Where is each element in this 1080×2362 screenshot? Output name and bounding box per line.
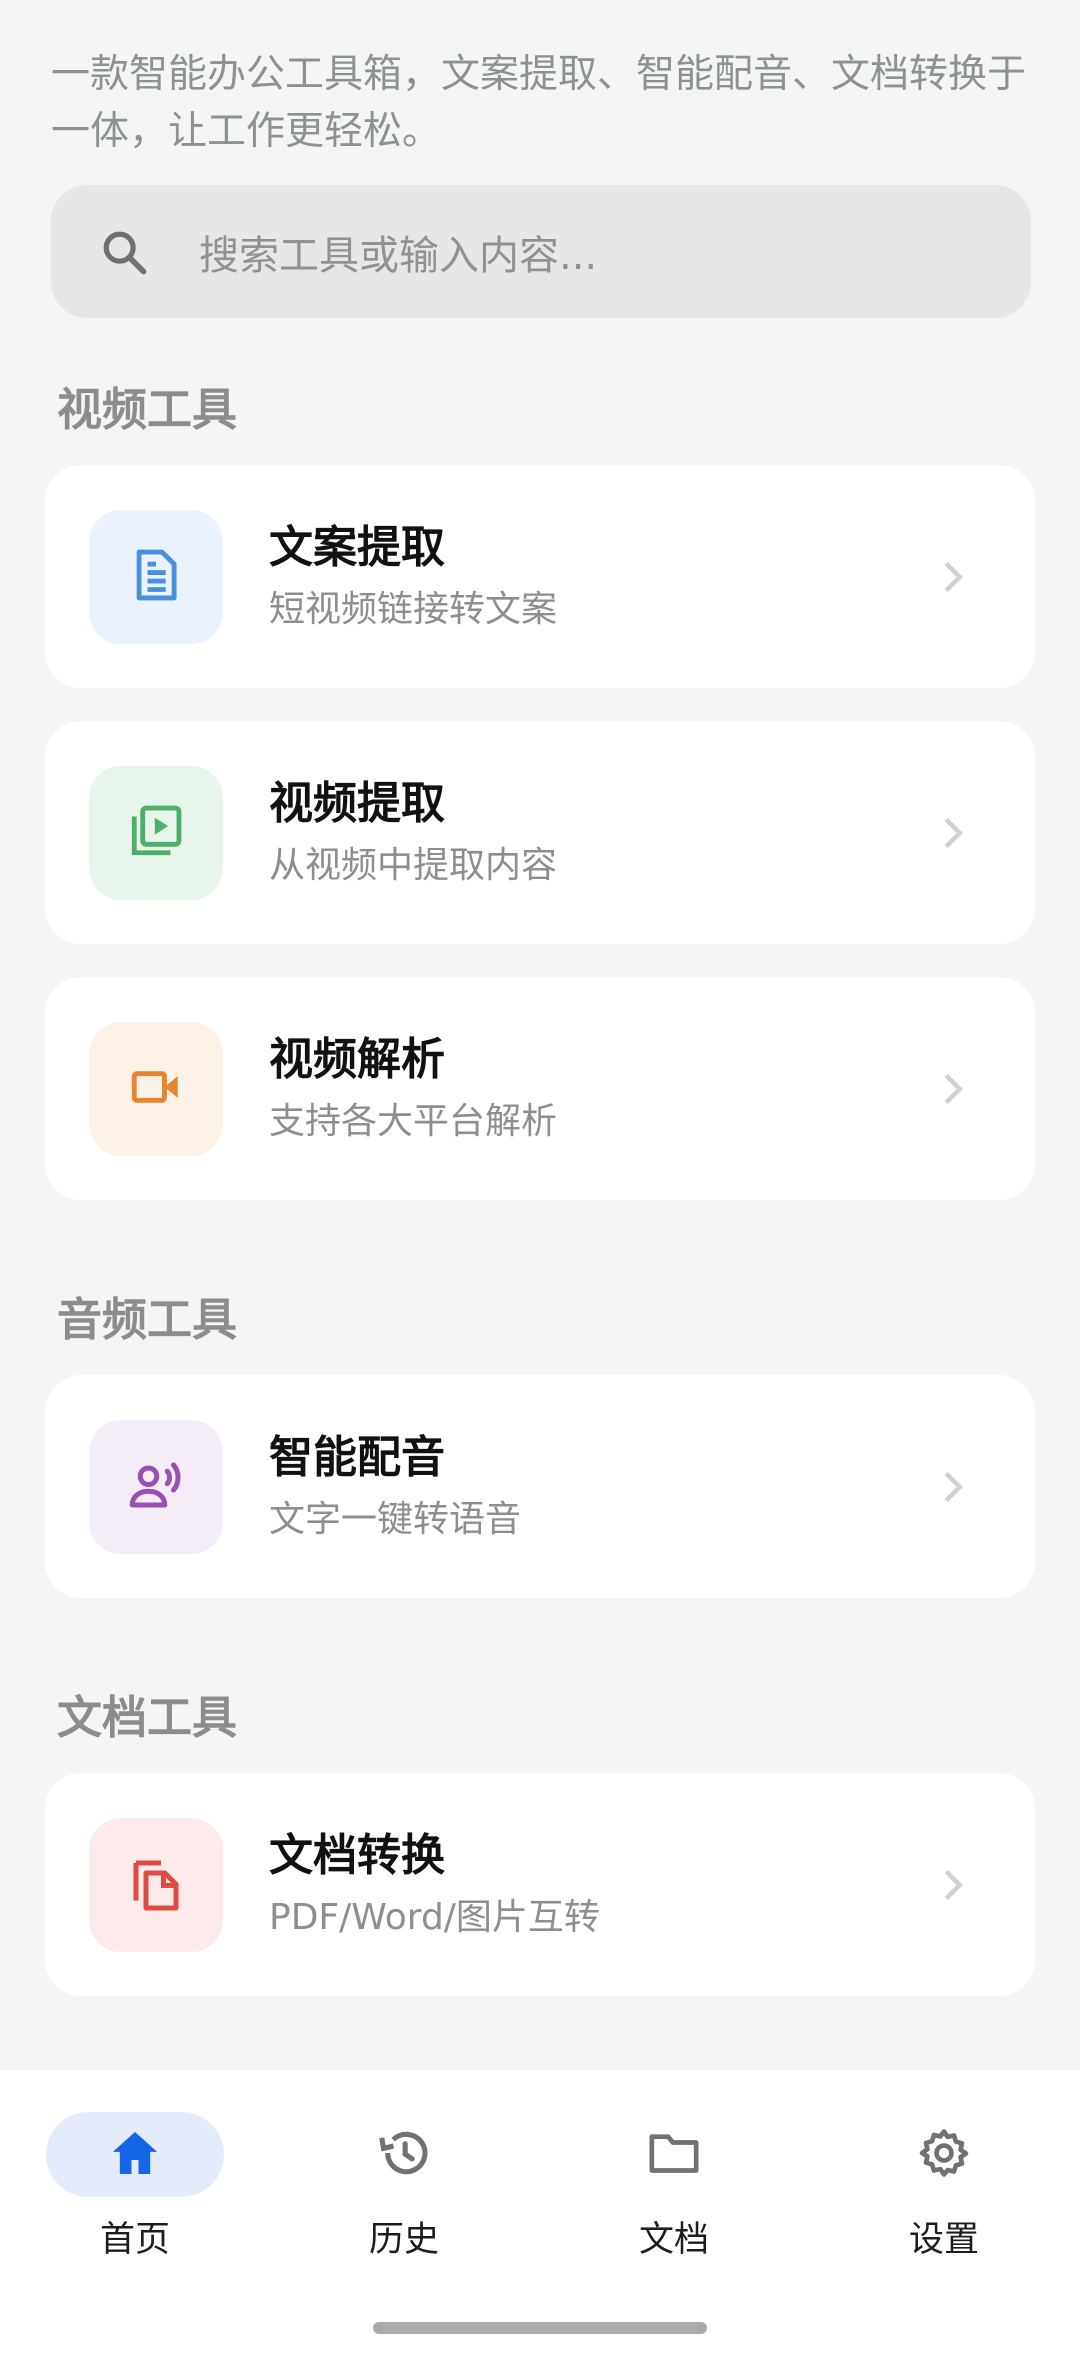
tool-card-copy-extract[interactable]: 文案提取 短视频链接转文案 — [45, 465, 1035, 688]
chevron-right-icon — [933, 813, 973, 853]
bottom-navigation: 首页 历史 文档 设置 — [0, 2070, 1080, 2362]
folder-icon — [646, 2125, 702, 2185]
tool-subtitle: 文字一键转语音 — [269, 1498, 522, 1540]
tool-tile — [89, 1419, 223, 1554]
tool-card-voiceover[interactable]: 智能配音 文字一键转语音 — [45, 1375, 1035, 1598]
videocam-icon — [127, 1058, 185, 1120]
tool-card-video-parse[interactable]: 视频解析 支持各大平台解析 — [45, 977, 1035, 1200]
history-icon — [376, 2125, 432, 2185]
section-title-audio: 音频工具 — [57, 1293, 238, 1346]
tool-subtitle: 支持各大平台解析 — [269, 1100, 558, 1142]
tool-tile — [89, 1817, 223, 1952]
section-title-doc: 文档工具 — [57, 1691, 238, 1744]
nav-label: 首页 — [99, 2220, 170, 2260]
search-bar[interactable]: 搜索工具或输入内容... — [51, 185, 1031, 318]
tool-title: 视频提取 — [269, 777, 445, 829]
tool-subtitle: PDF/Word/图片互转 — [269, 1896, 600, 1938]
tool-title: 文案提取 — [269, 521, 445, 573]
nav-item-docs[interactable]: 文档 — [562, 2112, 786, 2262]
tool-title: 视频解析 — [269, 1033, 445, 1085]
tool-tile — [89, 1021, 223, 1156]
tool-card-doc-convert[interactable]: 文档转换 PDF/Word/图片互转 — [45, 1773, 1035, 1996]
search-placeholder[interactable]: 搜索工具或输入内容... — [199, 223, 597, 281]
voice-speaker-icon — [126, 1455, 186, 1519]
nav-label: 设置 — [908, 2220, 979, 2260]
home-indicator[interactable] — [373, 2322, 707, 2334]
document-icon — [127, 546, 185, 608]
tool-title: 智能配音 — [269, 1431, 445, 1483]
nav-label: 文档 — [638, 2220, 709, 2260]
tool-subtitle: 短视频链接转文案 — [269, 588, 558, 630]
tool-tile — [89, 509, 223, 644]
home-screen: 一款智能办公工具箱，文案提取、智能配音、文档转换于一体，让工作更轻松。 搜索工具… — [0, 0, 1080, 2362]
tool-title: 文档转换 — [269, 1829, 445, 1881]
chevron-right-icon — [933, 557, 973, 597]
intro-text: 一款智能办公工具箱，文案提取、智能配音、文档转换于一体，让工作更轻松。 — [51, 52, 1027, 154]
chevron-right-icon — [933, 1069, 973, 1109]
tool-subtitle: 从视频中提取内容 — [269, 844, 558, 886]
nav-item-history[interactable]: 历史 — [292, 2112, 516, 2262]
home-icon — [107, 2125, 163, 2185]
nav-item-settings[interactable]: 设置 — [832, 2112, 1056, 2262]
nav-active-indicator — [46, 2112, 224, 2197]
gear-icon — [916, 2125, 972, 2185]
nav-label: 历史 — [368, 2220, 439, 2260]
chevron-right-icon — [933, 1467, 973, 1507]
nav-item-home[interactable]: 首页 — [23, 2112, 247, 2262]
video-library-icon — [127, 802, 185, 864]
tool-tile — [89, 765, 223, 900]
file-copy-icon — [126, 1853, 186, 1917]
section-title-video: 视频工具 — [57, 383, 238, 436]
tool-card-video-extract[interactable]: 视频提取 从视频中提取内容 — [45, 721, 1035, 944]
chevron-right-icon — [933, 1865, 973, 1905]
search-icon — [94, 222, 154, 282]
